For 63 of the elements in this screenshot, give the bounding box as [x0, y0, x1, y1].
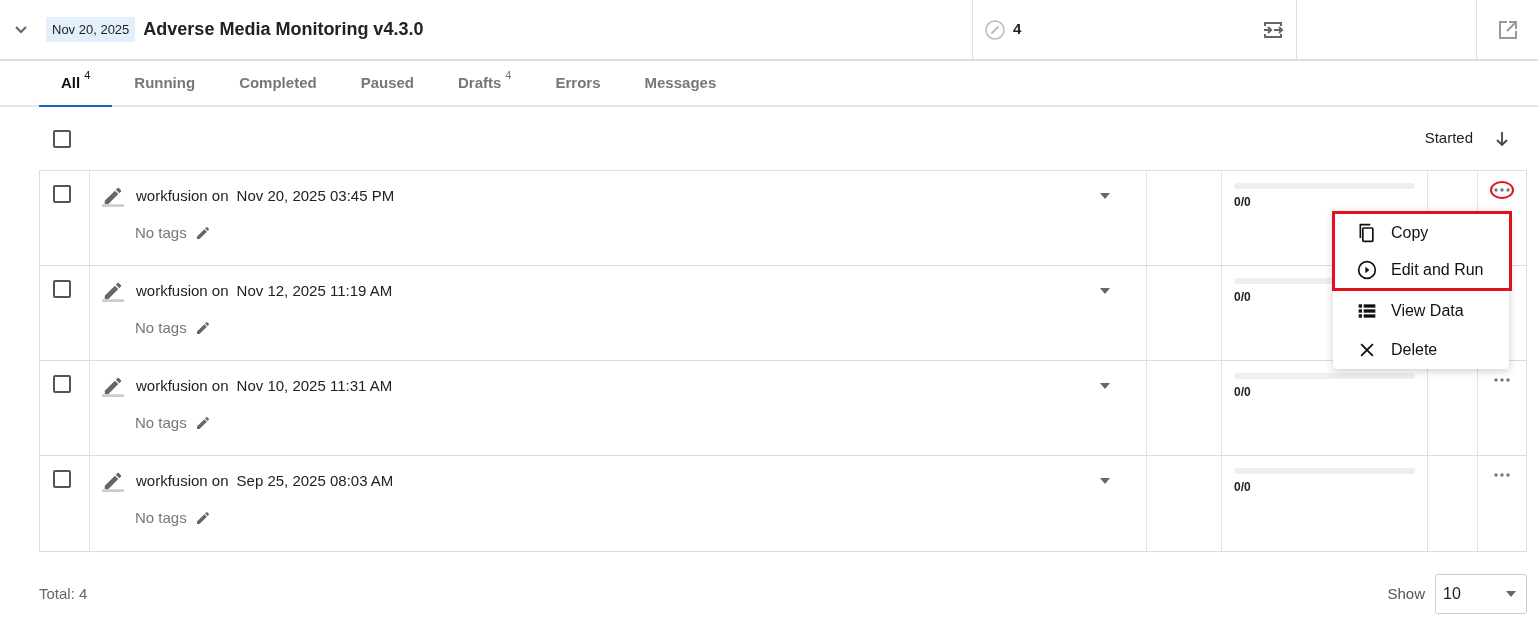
- tab[interactable]: Paused: [338, 61, 436, 107]
- show-label: Show: [1387, 583, 1425, 604]
- draft-pencil-icon: [102, 185, 124, 208]
- draft-pencil-icon: [102, 375, 124, 398]
- progress-text: 0/0: [1234, 384, 1251, 401]
- transfer-icon[interactable]: [1262, 19, 1284, 40]
- caret-icon[interactable]: [1100, 478, 1110, 485]
- progress-text: 0/0: [1234, 289, 1251, 306]
- copy-icon: [1357, 222, 1377, 243]
- menu-item[interactable]: Copy: [1335, 214, 1509, 251]
- tags-text: No tags: [135, 222, 187, 243]
- run-date: Nov 10, 2025 11:31 AM: [236, 376, 393, 396]
- caret-icon[interactable]: [1100, 383, 1110, 390]
- row-checkbox[interactable]: [53, 375, 71, 393]
- tab[interactable]: Messages: [622, 61, 739, 107]
- tags-text: No tags: [135, 317, 187, 338]
- run-date: Nov 12, 2025 11:19 AM: [236, 281, 393, 301]
- more-button[interactable]: [1490, 181, 1514, 199]
- more-icon: [1494, 188, 1510, 192]
- play-circle-icon: [1357, 259, 1377, 280]
- edit-tags-icon[interactable]: [194, 414, 211, 431]
- run-date: Sep 25, 2025 08:03 AM: [236, 471, 394, 491]
- draft-pencil-icon: [102, 470, 124, 493]
- caret-icon: [1506, 591, 1516, 597]
- run-date: Nov 20, 2025 03:45 PM: [236, 186, 395, 206]
- row-checkbox[interactable]: [53, 280, 71, 298]
- draft-pencil-icon: [102, 280, 124, 303]
- total-count: Total: 4: [39, 583, 88, 604]
- tab[interactable]: Errors: [533, 61, 623, 107]
- row-checkbox[interactable]: [53, 470, 71, 488]
- tags-text: No tags: [135, 507, 187, 528]
- edit-tags-icon[interactable]: [194, 509, 211, 526]
- menu-item[interactable]: Edit and Run: [1335, 251, 1509, 288]
- sort-arrow-icon[interactable]: [1495, 130, 1509, 147]
- tab[interactable]: All $^{4}$: [39, 61, 113, 107]
- more-icon: [1494, 473, 1510, 477]
- tags-text: No tags: [135, 412, 187, 433]
- more-icon: [1494, 378, 1510, 382]
- edit-circle-icon: [985, 19, 1005, 40]
- tab[interactable]: Completed: [217, 61, 339, 107]
- process-title: Adverse Media Monitoring v4.3.0: [143, 18, 424, 41]
- chevron-icon[interactable]: [14, 24, 28, 35]
- progress-text: 0/0: [1234, 479, 1251, 496]
- draft-count: 4: [1013, 19, 1022, 40]
- tab[interactable]: Running: [112, 61, 218, 107]
- menu-item[interactable]: Delete: [1333, 330, 1509, 369]
- menu-item[interactable]: View Data: [1333, 291, 1509, 330]
- caret-icon[interactable]: [1100, 288, 1110, 295]
- caret-icon[interactable]: [1100, 193, 1110, 200]
- date-badge: Nov 20, 2025: [46, 16, 136, 43]
- author-text: workfusion on: [136, 186, 229, 206]
- author-text: workfusion on: [136, 281, 229, 301]
- edit-tags-icon[interactable]: [194, 319, 211, 336]
- external-link-icon[interactable]: [1497, 19, 1518, 40]
- row-checkbox[interactable]: [53, 185, 71, 203]
- author-text: workfusion on: [136, 471, 229, 491]
- page-size-select[interactable]: 10: [1435, 574, 1527, 614]
- progress-text: 0/0: [1234, 194, 1251, 211]
- author-text: workfusion on: [136, 376, 229, 396]
- sort-label[interactable]: Started: [1424, 127, 1473, 150]
- select-all-checkbox[interactable]: [53, 129, 71, 148]
- tab[interactable]: Drafts $^{4}$: [436, 61, 534, 107]
- edit-tags-icon[interactable]: [194, 224, 211, 241]
